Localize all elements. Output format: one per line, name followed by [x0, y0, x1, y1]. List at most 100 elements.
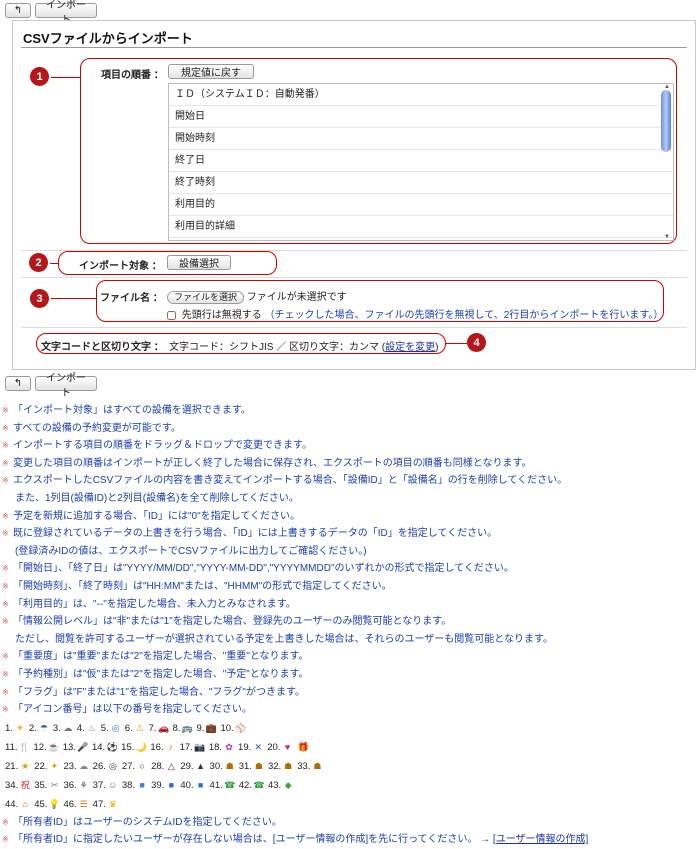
- reset-order-button[interactable]: 規定値に戻す: [168, 64, 254, 79]
- facility-select-button[interactable]: 設備選択: [167, 255, 231, 270]
- icon-number: 43.: [267, 779, 282, 791]
- schedule-icon: 💡: [48, 799, 61, 810]
- back-button[interactable]: ↰: [5, 3, 31, 18]
- note-text: 変更した項目の順番はインポートが正しく終了した場合に保存され、エクスポートの項目…: [13, 457, 532, 469]
- icon-number: 16.: [150, 741, 164, 753]
- note-marker-icon: ※: [2, 564, 9, 574]
- schedule-icon: ■: [168, 780, 175, 791]
- icon-number: 5.: [100, 722, 109, 734]
- icon-number: 14.: [91, 741, 106, 753]
- note-text: 「所有者ID」に指定したいユーザーが存在しない場合は、[ユーザー情報の作成]を先…: [13, 834, 493, 846]
- icon-number: 19.: [238, 741, 252, 753]
- notes-list: ※ 「インポート対象」はすべての設備を選択できます。 ※ すべての設備の予約変更が可…: [2, 402, 698, 849]
- note-marker-icon: ※: [2, 458, 9, 468]
- schedule-icon: ⚘: [79, 780, 88, 791]
- note-item: ※ 予定を新規に追加する場合、「ID」には"0"を指定してください。: [2, 508, 698, 526]
- skip-header-row: 先頭行は無視する （チェックした場合、ファイルの先頭行を無視して、2行目からイン…: [167, 306, 663, 321]
- icon-number-item: 35. ✂: [34, 779, 60, 791]
- skip-header-checkbox[interactable]: [167, 310, 176, 320]
- icon-number: 7.: [148, 722, 157, 734]
- create-user-link[interactable]: [ユーザー情報の作成]: [493, 834, 588, 845]
- note-text: 「開始日」、「終了日」は"YYYY/MM/DD","YYYY-MM-DD","Y…: [13, 563, 514, 575]
- icon-number: 10.: [220, 722, 234, 734]
- note-item: ※ 「情報公開レベル」は"非"または"1"を指定した場合、登録先のユーザーのみ閲覧…: [2, 613, 698, 631]
- list-item[interactable]: 開始日: [169, 106, 673, 128]
- icon-number: 2.: [28, 722, 37, 734]
- schedule-icon: ☗: [254, 761, 263, 772]
- note-text: 「予約種別」は"仮"または"2"を指定した場合、"予定"となります。: [13, 668, 309, 680]
- note-text: 「開始時刻」、「終了時刻」は"HH:MM"または、"HHMM"の形式で指定してく…: [13, 580, 392, 592]
- note-item: (登録済みIDの値は、エクスポートでCSVファイルに出力してご確認ください。): [2, 543, 698, 561]
- item-order-list[interactable]: ＩＤ（システムＩＤ：自動発番） 開始日 開始時刻 終了日 終了時刻 利用目的 利…: [168, 83, 674, 241]
- schedule-icon: 🎁: [297, 742, 310, 753]
- schedule-icon: ▲: [196, 761, 205, 772]
- note-marker-icon: ※: [2, 705, 9, 715]
- icon-number-item: 44. ⌂: [5, 798, 31, 810]
- scrollbar-thumb[interactable]: [661, 90, 671, 152]
- icon-number: 46.: [63, 798, 77, 810]
- icon-number: 18.: [208, 741, 223, 753]
- note-text: 「インポート対象」はすべての設備を選択できます。: [13, 405, 251, 416]
- note-text: エクスポートしたCSVファイルの内容を書き変えてインポートする場合、「設備ID」…: [13, 475, 568, 487]
- note-item: ※ 「開始日」、「終了日」は"YYYY/MM/DD","YYYY-MM-DD","…: [2, 560, 698, 578]
- schedule-icon: 🚌: [181, 723, 194, 734]
- icon-number: 35.: [34, 779, 48, 791]
- icon-number-item: 21. ★: [5, 760, 31, 772]
- schedule-icon: ☁: [63, 723, 73, 734]
- divider: [21, 277, 687, 278]
- encoding-value: 文字コード：シフトJIS ／ 区切り文字：カンマ (: [169, 342, 386, 353]
- icon-number: 32.: [267, 760, 282, 772]
- schedule-icon: ☗: [225, 761, 234, 772]
- import-button[interactable]: インポート: [35, 0, 97, 26]
- list-item[interactable]: 利用目的詳細: [169, 216, 673, 238]
- list-item[interactable]: 終了時刻: [169, 172, 673, 194]
- icon-number-item: 31. ☗: [239, 760, 265, 772]
- schedule-icon: ☀: [15, 723, 24, 734]
- note-marker-icon: ※: [2, 817, 9, 827]
- icon-number-table: 1. ☀ 2. ☂ 3. ☁ 4. ♨ 5. ◎ 6. ⚠ 7. 🚗 8. 🚌 9. 💼 10. ⚾ 11. 🍴 12. ☕ 1…: [2, 719, 698, 814]
- list-item[interactable]: 内容: [169, 238, 673, 240]
- icon-number-item: 4. ♨: [77, 722, 98, 734]
- note-text: 「情報公開レベル」は"非"または"1"を指定した場合、登録先のユーザーのみ閲覧可…: [13, 616, 452, 628]
- change-settings-link[interactable]: 設定を変更: [385, 342, 435, 353]
- icon-number: 38.: [121, 779, 136, 791]
- icon-number: 42.: [238, 779, 252, 791]
- icon-number-item: 39. ■: [151, 779, 177, 791]
- icon-number-item: 13. 🎤: [63, 741, 89, 753]
- list-item[interactable]: 利用目的: [169, 194, 673, 216]
- icon-number: 45.: [34, 798, 48, 810]
- icon-number-item: 18. ✿: [209, 741, 235, 753]
- schedule-icon: 🎤: [77, 742, 89, 753]
- page-title: CSVファイルからインポート: [23, 31, 193, 46]
- icon-number-item: 23. ☁: [63, 760, 89, 772]
- note-item: ※ 「インポート対象」はすべての設備を選択できます。: [2, 402, 698, 420]
- top-toolbar: ↰ インポート: [5, 0, 97, 26]
- schedule-icon: ☰: [79, 799, 88, 810]
- note-item: ※ インポートする項目の順番をドラッグ＆ドロップで変更できます。: [2, 437, 698, 455]
- icon-number-item: 5. ◎: [101, 722, 122, 734]
- schedule-icon: ○: [139, 761, 145, 772]
- note-marker-icon: ※: [2, 406, 9, 415]
- icon-number-item: 6. ⚠: [125, 722, 146, 734]
- icon-number-item: 16. ♪: [150, 741, 176, 753]
- import-button[interactable]: インポート: [35, 373, 97, 399]
- list-item[interactable]: 開始時刻: [169, 128, 673, 150]
- back-button[interactable]: ↰: [5, 376, 31, 391]
- schedule-icon: ⚾: [235, 723, 247, 734]
- scroll-down-icon[interactable]: ▼: [664, 234, 670, 240]
- choose-file-button[interactable]: ファイルを選択: [167, 290, 245, 304]
- list-item[interactable]: ＩＤ（システムＩＤ：自動発番）: [169, 84, 673, 106]
- icon-number: 26.: [92, 760, 106, 772]
- schedule-icon: ⌂: [22, 799, 28, 810]
- skip-header-label: 先頭行は無視する: [181, 310, 262, 321]
- note-marker-icon: ※: [2, 511, 9, 521]
- schedule-icon: ⚽: [106, 742, 118, 753]
- icon-number: 8.: [172, 722, 181, 734]
- schedule-icon: ⚠: [135, 723, 144, 734]
- icon-number: 39.: [151, 779, 165, 791]
- list-item[interactable]: 終了日: [169, 150, 673, 172]
- schedule-icon: ✿: [225, 742, 233, 753]
- callout-line: [51, 77, 80, 78]
- title-divider: [21, 47, 687, 48]
- icon-number-item: 26. ◎: [93, 760, 119, 772]
